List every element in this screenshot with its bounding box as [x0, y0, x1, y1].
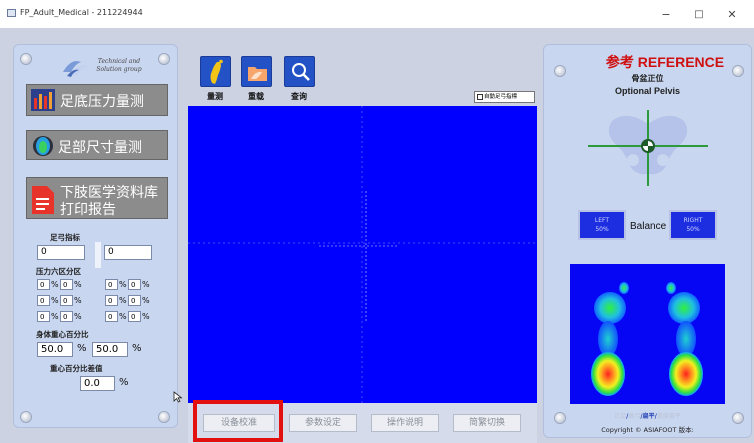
checkbox-icon [477, 93, 483, 100]
balance-label: Balance [630, 221, 667, 232]
window-title: FP_Adult_Medical - 211224944 [20, 8, 143, 17]
reference-panel: 参考 REFERENCE 骨盆正位 Optional Pelvis LEFT 5… [543, 44, 752, 438]
auto-arch-label: 自動足弓指標 [484, 94, 518, 100]
foot-icon [210, 59, 223, 84]
percent-sign: % [142, 312, 150, 321]
zone-field[interactable]: 0 [128, 295, 141, 306]
percent-sign: % [74, 312, 82, 321]
foot-pressure-label: 足底压力量测 [60, 94, 144, 110]
maximize-button[interactable]: □ [685, 6, 713, 24]
auto-arch-checkbox[interactable]: 自動足弓指標 [474, 91, 535, 103]
percent-sign: % [51, 296, 59, 305]
screw-icon [159, 54, 169, 64]
screw-icon [21, 412, 31, 422]
center-diff-field[interactable]: 0.0 [80, 376, 115, 391]
percent-sign: % [51, 312, 59, 321]
minimize-button[interactable]: − [652, 6, 680, 24]
pressure-chart-icon [31, 89, 55, 111]
zone-field[interactable]: 0 [105, 311, 118, 322]
zone-field[interactable]: 0 [128, 279, 141, 290]
mode-high-arch[interactable]: 高弓 [628, 413, 640, 420]
pelvis-icon [588, 110, 708, 186]
center-diff-label: 重心百分比差值 [50, 364, 103, 373]
percent-sign: % [119, 312, 127, 321]
left-balance-button[interactable]: LEFT 50% [578, 210, 626, 240]
pelvis-title-cn: 骨盆正位 [631, 73, 664, 83]
copyright-text: Copyright © ASIAFOOT 版本: [601, 426, 694, 434]
canvas-crosshair [188, 106, 537, 403]
percent-sign: % [119, 296, 127, 305]
percent-sign: % [74, 280, 82, 289]
arch-index-right-field[interactable]: 0 [104, 245, 152, 260]
percent-sign: % [77, 343, 87, 354]
percent-sign: % [142, 280, 150, 289]
cursor-arrow-icon [173, 391, 183, 403]
pelvis-title-en: Optional Pelvis [614, 86, 681, 96]
measure-button[interactable] [200, 56, 231, 87]
instructions-button[interactable]: 操作说明 [371, 414, 439, 432]
language-switch-button[interactable]: 简繁切换 [453, 414, 521, 432]
zone-field[interactable]: 0 [128, 311, 141, 322]
medical-report-button[interactable]: 下肢医学资料库 打印报告 [26, 177, 168, 219]
zone-field[interactable]: 0 [60, 279, 73, 290]
percent-sign: % [119, 377, 129, 388]
mode-normal[interactable]: 正足 [614, 413, 626, 420]
right-balance-button[interactable]: RIGHT 50% [669, 210, 717, 240]
center-right-field[interactable]: 50.0 [92, 342, 128, 357]
zone-field[interactable]: 0 [105, 295, 118, 306]
zone-field[interactable]: 0 [37, 279, 50, 290]
foot-size-button[interactable]: 足部尺寸量测 [26, 130, 168, 160]
mode-flat[interactable]: 扁平 [643, 413, 655, 420]
left-balance-label: LEFT [594, 217, 610, 224]
percent-sign: % [119, 280, 127, 289]
arch-index-label: 足弓指标 [50, 233, 80, 242]
right-balance-label: RIGHT [683, 217, 703, 224]
foot-pressure-map [570, 264, 725, 404]
company-logo: Technical and Solution group [61, 54, 151, 82]
foot-heatmap-image [591, 282, 703, 396]
percent-sign: % [51, 280, 59, 289]
logo-text: Technical and Solution group [96, 58, 142, 73]
measure-label: 量测 [207, 91, 223, 101]
percent-sign: % [142, 296, 150, 305]
query-button[interactable] [284, 56, 315, 87]
reload-label: 重载 [248, 91, 264, 101]
pressure-zones-label: 压力六区分区 [36, 267, 81, 276]
query-label: 查询 [291, 91, 307, 101]
window-titlebar: FP_Adult_Medical - 211224944 − □ ✕ [0, 0, 754, 28]
reference-title: 参考 REFERENCE [605, 54, 725, 70]
folder-foot-icon [248, 67, 267, 81]
percent-sign: % [132, 343, 142, 354]
divider [95, 242, 101, 268]
reload-button[interactable] [241, 56, 272, 87]
report-label-line2: 打印报告 [60, 202, 116, 218]
zone-field[interactable]: 0 [37, 311, 50, 322]
magnifier-icon [292, 63, 310, 81]
right-balance-value: 50% [686, 226, 700, 233]
foot-pressure-button[interactable]: 足底压力量测 [26, 84, 168, 116]
center-of-mass-label: 身体重心百分比 [36, 330, 89, 339]
zone-field[interactable]: 0 [105, 279, 118, 290]
close-button[interactable]: ✕ [718, 6, 746, 24]
app-icon [7, 9, 16, 17]
zone-field[interactable]: 0 [60, 295, 73, 306]
mode-severe-flat[interactable]: 重度扁平 [657, 413, 681, 420]
foot-scan-icon [33, 136, 53, 156]
center-left-field[interactable]: 50.0 [37, 342, 73, 357]
foot-size-label: 足部尺寸量测 [58, 140, 142, 156]
parameter-settings-button[interactable]: 参数设定 [289, 414, 357, 432]
foot-type-legend: 正足/高弓/扁平/重度扁平 [543, 411, 752, 420]
arch-index-left-field[interactable]: 0 [37, 245, 85, 260]
screw-icon [21, 54, 31, 64]
percent-sign: % [74, 296, 82, 305]
highlight-box [193, 400, 283, 442]
zone-field[interactable]: 0 [37, 295, 50, 306]
zone-field[interactable]: 0 [60, 311, 73, 322]
left-panel: Technical and Solution group 足底压力量测 足部尺寸… [13, 44, 178, 428]
screw-icon [159, 412, 169, 422]
pressure-canvas[interactable] [188, 106, 537, 403]
logo-mark-icon [63, 61, 89, 77]
left-balance-value: 50% [595, 226, 609, 233]
document-icon [32, 186, 54, 214]
